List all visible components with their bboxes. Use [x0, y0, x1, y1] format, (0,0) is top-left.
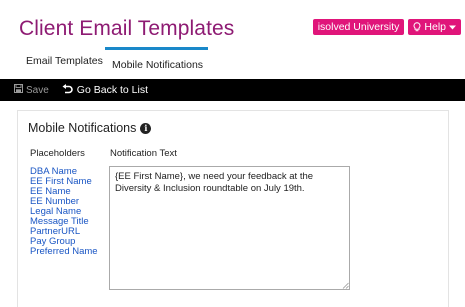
go-back-button[interactable]: Go Back to List	[62, 83, 148, 97]
placeholder-list: DBA Name EE First Name EE Name EE Number…	[30, 167, 98, 257]
placeholders-header: Placeholders	[30, 148, 85, 159]
save-label: Save	[26, 84, 49, 96]
notification-text-header: Notification Text	[110, 148, 177, 159]
lightbulb-icon	[413, 22, 421, 32]
caret-down-icon	[449, 25, 456, 30]
header-actions: isolved University Help	[312, 19, 461, 35]
info-icon[interactable]: i	[140, 122, 152, 134]
toolbar: Save Go Back to List	[0, 79, 465, 101]
active-tab-indicator	[105, 47, 208, 50]
page-title: Client Email Templates	[19, 17, 235, 40]
isolved-university-label: isolved University	[317, 21, 400, 33]
help-button[interactable]: Help	[408, 19, 461, 35]
go-back-label: Go Back to List	[76, 84, 148, 96]
tab-bar: Email Templates Mobile Notifications	[0, 44, 465, 74]
tab-mobile-notifications[interactable]: Mobile Notifications	[112, 59, 203, 71]
section-title-text: Mobile Notifications	[28, 121, 137, 135]
tab-email-templates[interactable]: Email Templates	[26, 55, 103, 67]
undo-arrow-icon	[62, 83, 73, 97]
notification-text-input[interactable]: {EE First Name}, we need your feedback a…	[109, 166, 350, 290]
help-label: Help	[424, 21, 446, 33]
resize-grip-icon[interactable]	[342, 282, 349, 289]
save-button[interactable]: Save	[14, 84, 49, 96]
isolved-university-button[interactable]: isolved University	[312, 19, 405, 35]
placeholder-preferred-name[interactable]: Preferred Name	[30, 247, 98, 257]
section-title: Mobile Notifications i	[28, 121, 152, 135]
save-icon	[14, 84, 23, 96]
